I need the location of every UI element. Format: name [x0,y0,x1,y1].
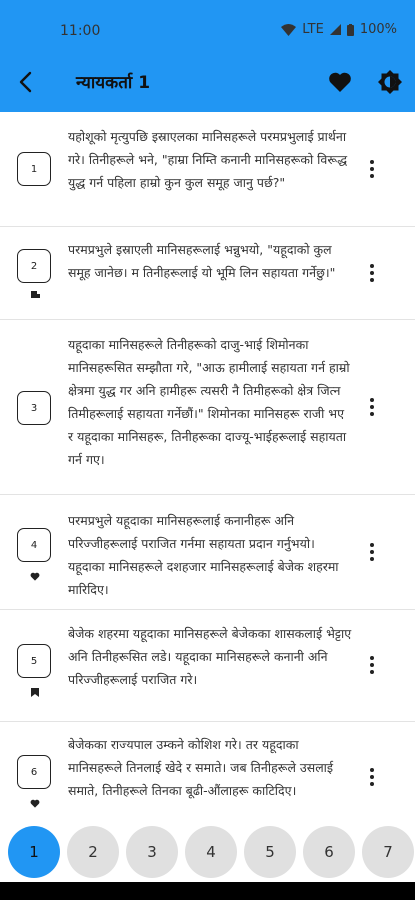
verse-row[interactable]: 2 परमप्रभुले इस्राएली मानिसहरूलाई भन्नुभ… [0,227,415,320]
battery-icon [346,23,354,36]
back-arrow-icon [19,71,32,93]
page-title: न्यायकर्ता 1 [76,73,151,93]
heart-icon [329,72,351,92]
page-button-4[interactable]: 4 [185,826,237,878]
signal-icon [329,24,341,35]
verse-number[interactable]: 2 [17,249,51,283]
note-icon [31,291,40,298]
verse-row[interactable]: 3 यहूदाका मानिसहरूले तिनीहरूको दाजु-भाई … [0,320,415,495]
verse-text: परमप्रभुले इस्राएली मानिसहरूलाई भन्नुभयो… [68,242,336,280]
verse-text: परमप्रभुले यहूदाका मानिसहरूलाई कनानीहरू … [68,513,339,597]
page-button-6[interactable]: 6 [303,826,355,878]
wifi-icon [281,23,297,36]
verse-text: बेजेक शहरमा यहूदाका मानिसहरूले बेजेकका श… [68,626,352,687]
page-button-2[interactable]: 2 [67,826,119,878]
status-icons: LTE 100% [281,22,397,37]
network-label: LTE [302,22,324,37]
toolbar: न्यायकर्ता 1 [0,58,415,108]
status-bar: 11:00 LTE 100% [0,0,415,64]
more-options-button[interactable] [362,154,382,184]
more-options-button[interactable] [362,537,382,567]
page-button-3[interactable]: 3 [126,826,178,878]
heart-icon [30,572,40,581]
verse-row[interactable]: 1 यहोशूको मृत्युपछि इस्राएलका मानिसहरूले… [0,112,415,227]
verse-text: यहोशूको मृत्युपछि इस्राएलका मानिसहरूले प… [68,129,348,190]
battery-level: 100% [359,22,397,37]
back-button[interactable] [10,66,42,98]
favorites-button[interactable] [324,66,356,98]
page-button-5[interactable]: 5 [244,826,296,878]
verse-row[interactable]: 6 बेजेकका राज्यपाल उम्कने कोशिश गरे। तर … [0,722,415,820]
bookmark-icon [31,688,39,697]
verse-number[interactable]: 4 [17,528,51,562]
verse-text: यहूदाका मानिसहरूले तिनीहरूको दाजु-भाई शि… [68,337,350,467]
heart-icon [30,799,40,808]
verse-number[interactable]: 3 [17,391,51,425]
page-button-7[interactable]: 7 [362,826,414,878]
verse-row[interactable]: 5 बेजेक शहरमा यहूदाका मानिसहरूले बेजेकका… [0,610,415,722]
more-options-button[interactable] [362,392,382,422]
theme-toggle-button[interactable] [374,66,406,98]
verse-number[interactable]: 1 [17,152,51,186]
system-navigation-bar [0,882,415,900]
verse-number[interactable]: 5 [17,644,51,678]
page-button-1[interactable]: 1 [8,826,60,878]
status-time: 11:00 [60,23,101,39]
verse-list: 1 यहोशूको मृत्युपछि इस्राएलका मानिसहरूले… [0,112,415,820]
verse-text: बेजेकका राज्यपाल उम्कने कोशिश गरे। तर यह… [68,737,334,798]
more-options-button[interactable] [362,258,382,288]
more-options-button[interactable] [362,650,382,680]
chapter-pager: 1 2 3 4 5 6 7 [0,820,415,880]
app-bar: 11:00 LTE 100% न्यायकर्ता 1 [0,0,415,112]
more-options-button[interactable] [362,762,382,792]
verse-number[interactable]: 6 [17,755,51,789]
verse-row[interactable]: 4 परमप्रभुले यहूदाका मानिसहरूलाई कनानीहर… [0,495,415,610]
brightness-icon [378,70,402,94]
